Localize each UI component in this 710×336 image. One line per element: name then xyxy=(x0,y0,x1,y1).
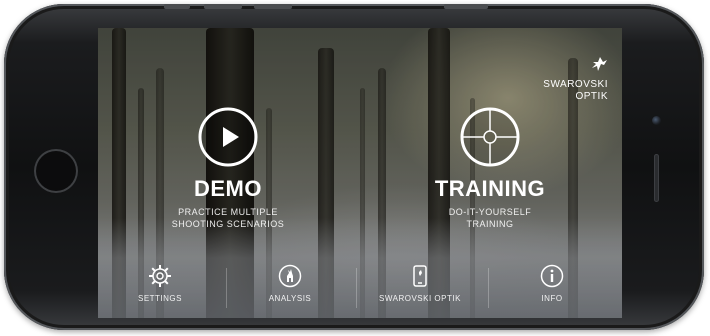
nav-item-swarovski-optik[interactable]: SWAROVSKI OPTIK xyxy=(360,264,480,303)
home-button[interactable] xyxy=(34,149,78,193)
training-subtitle: TRAINING xyxy=(466,219,514,229)
nav-label-settings: SETTINGS xyxy=(137,294,182,303)
nav-item-settings[interactable]: SETTINGS xyxy=(100,264,220,303)
nav-divider xyxy=(356,268,357,308)
app-screen: SWAROVSKI OPTIK DEMO PRACTICE MULTIPLE S… xyxy=(98,28,622,318)
nav-item-info[interactable]: INFO xyxy=(492,264,612,303)
mute-switch xyxy=(164,4,190,9)
info-icon xyxy=(540,264,564,288)
animal-icon xyxy=(278,264,302,288)
hawk-logo-icon xyxy=(592,57,607,71)
demo-subtitle: SHOOTING SCENARIOS xyxy=(171,219,285,229)
gear-icon xyxy=(149,265,171,287)
crosshair-icon xyxy=(460,107,520,167)
play-icon xyxy=(198,107,258,167)
power-button xyxy=(444,4,488,9)
demo-title: DEMO xyxy=(194,176,262,201)
brand-logo: SWAROVSKI OPTIK xyxy=(516,56,608,103)
brand-subname: OPTIK xyxy=(575,91,608,102)
training-subtitle: DO-IT-YOURSELF xyxy=(448,207,532,217)
nav-divider xyxy=(488,268,489,308)
nav-label-swarovski-optik: SWAROVSKI OPTIK xyxy=(379,294,461,303)
volume-down-button xyxy=(254,4,292,9)
phone-icon xyxy=(413,265,427,287)
nav-item-analysis[interactable]: ANALYSIS xyxy=(230,264,350,303)
training-button[interactable]: TRAINING DO-IT-YOURSELF TRAINING xyxy=(390,106,590,230)
nav-divider xyxy=(226,268,227,308)
front-camera xyxy=(652,116,661,125)
bottom-nav: SETTINGS ANALYSIS SWAROVSKI OPTIK INFO xyxy=(98,256,622,318)
demo-button[interactable]: DEMO PRACTICE MULTIPLE SHOOTING SCENARIO… xyxy=(128,106,328,230)
training-title: TRAINING xyxy=(434,176,546,201)
earpiece-speaker xyxy=(654,154,659,202)
volume-up-button xyxy=(204,4,242,9)
nav-label-analysis: ANALYSIS xyxy=(268,294,312,303)
phone-frame: SWAROVSKI OPTIK DEMO PRACTICE MULTIPLE S… xyxy=(4,4,704,330)
brand-name: SWAROVSKI xyxy=(543,79,608,90)
demo-subtitle: PRACTICE MULTIPLE xyxy=(178,207,278,217)
nav-label-info: INFO xyxy=(541,294,563,303)
